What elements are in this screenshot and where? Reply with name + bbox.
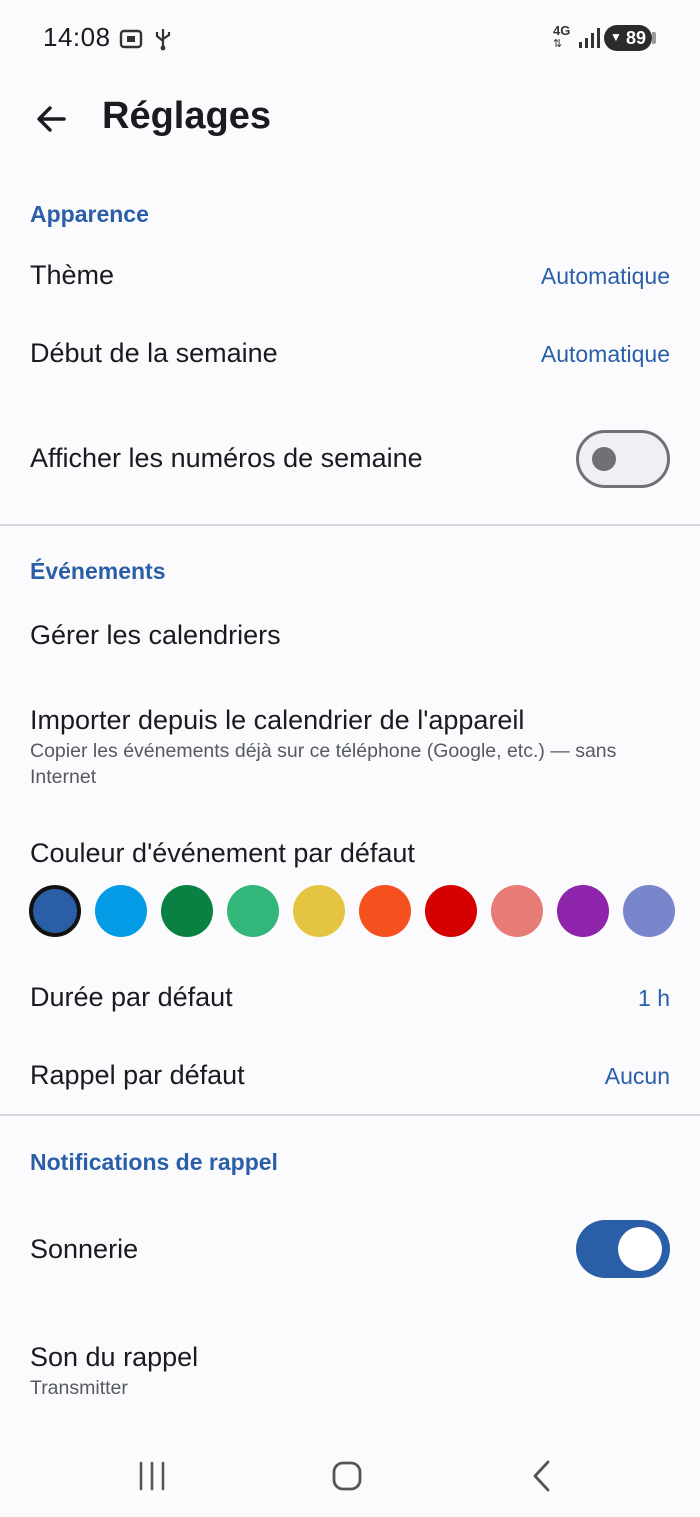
theme-label: Thème: [30, 260, 115, 290]
network-4g-icon: 4G ⇅: [553, 24, 575, 52]
recents-icon: [139, 1461, 165, 1491]
color-swatch-7[interactable]: [491, 885, 543, 937]
page-title: Réglages: [102, 95, 271, 137]
usb-icon: [150, 26, 176, 52]
color-swatch-9[interactable]: [623, 885, 675, 937]
switch-knob: [592, 447, 616, 471]
status-time: 14:08: [43, 22, 111, 52]
network-type: 4G: [553, 23, 571, 38]
home-button[interactable]: [312, 1448, 382, 1504]
ringtone-label: Sonnerie: [30, 1234, 139, 1264]
color-swatch-5[interactable]: [359, 885, 411, 937]
section-header-events: Événements: [30, 558, 166, 584]
switch-knob: [618, 1227, 662, 1271]
battery-icon: ▼ 89: [604, 25, 656, 51]
color-swatch-1[interactable]: [95, 885, 147, 937]
color-swatch-3[interactable]: [227, 885, 279, 937]
import-subtitle: Copier les événements déjà sur ce téléph…: [30, 740, 617, 788]
default-color-label: Couleur d'événement par défaut: [30, 838, 415, 868]
default-reminder-label: Rappel par défaut: [30, 1060, 245, 1090]
battery-level: 89: [625, 27, 646, 48]
reminder-sound-value: Transmitter: [30, 1377, 128, 1399]
divider: [0, 524, 700, 526]
default-duration-value[interactable]: 1 h: [638, 985, 670, 1012]
signal-icon: [577, 26, 601, 55]
reminder-sound-label: Son du rappel: [30, 1342, 199, 1372]
recents-button[interactable]: [117, 1448, 187, 1504]
week-start-label: Début de la semaine: [30, 338, 278, 368]
week-start-value[interactable]: Automatique: [541, 341, 670, 368]
back-icon: [533, 1460, 550, 1492]
divider: [0, 1114, 700, 1116]
home-icon: [332, 1461, 362, 1491]
section-header-notifications: Notifications de rappel: [30, 1149, 278, 1175]
color-swatch-8[interactable]: [557, 885, 609, 937]
nav-back-button[interactable]: [508, 1448, 578, 1504]
color-swatch-6[interactable]: [425, 885, 477, 937]
manage-calendars-label: Gérer les calendriers: [30, 620, 281, 650]
week-numbers-switch[interactable]: [576, 430, 670, 488]
import-label: Importer depuis le calendrier de l'appar…: [30, 705, 525, 735]
default-reminder-value[interactable]: Aucun: [605, 1063, 670, 1090]
screenshot-icon: [118, 26, 144, 52]
color-swatch-4[interactable]: [293, 885, 345, 937]
week-numbers-label: Afficher les numéros de semaine: [30, 443, 423, 473]
back-button[interactable]: [26, 94, 76, 144]
section-header-appearance: Apparence: [30, 201, 149, 227]
color-swatch-0[interactable]: [29, 885, 81, 937]
default-duration-label: Durée par défaut: [30, 982, 233, 1012]
ringtone-switch[interactable]: [576, 1220, 670, 1278]
theme-value[interactable]: Automatique: [541, 263, 670, 290]
color-swatch-2[interactable]: [161, 885, 213, 937]
arrow-back-icon: [37, 106, 66, 132]
